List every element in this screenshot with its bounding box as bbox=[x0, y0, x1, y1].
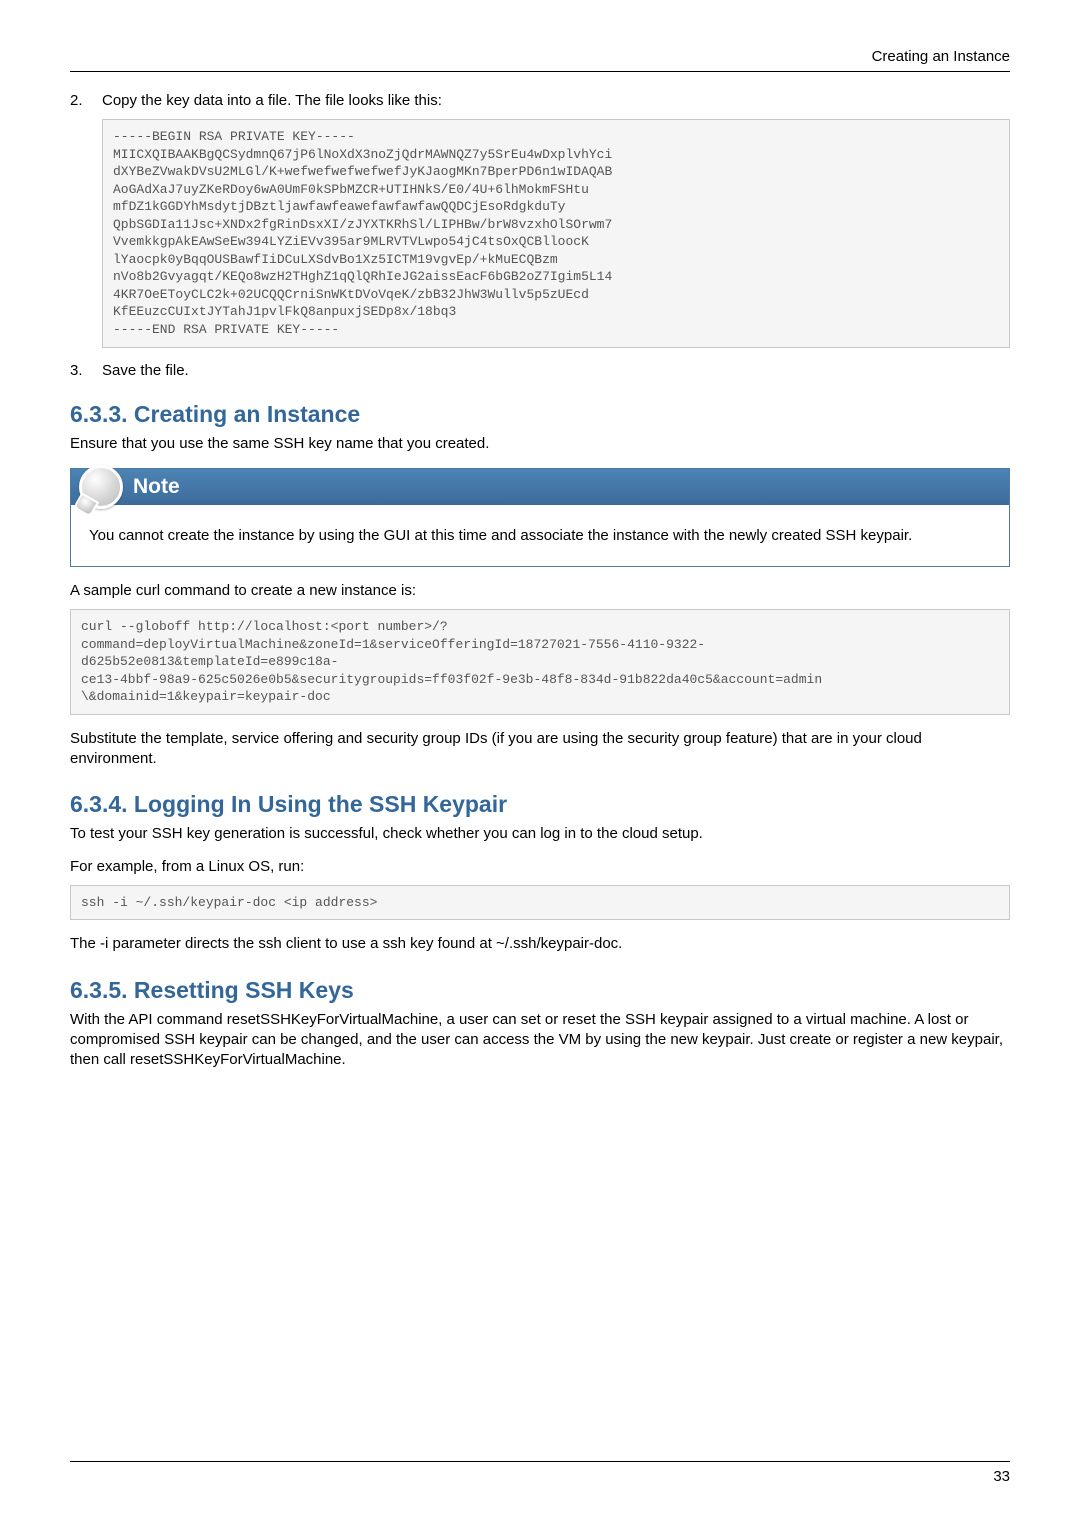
note-header: Note bbox=[71, 469, 1009, 505]
header-rule bbox=[70, 71, 1010, 72]
note-admonition: Note You cannot create the instance by u… bbox=[70, 468, 1010, 567]
section-heading-633: 6.3.3. Creating an Instance bbox=[70, 401, 1010, 428]
list-item: 2. Copy the key data into a file. The fi… bbox=[70, 92, 1010, 109]
body-text: The -i parameter directs the ssh client … bbox=[70, 934, 1010, 954]
body-text: Substitute the template, service offerin… bbox=[70, 729, 1010, 770]
body-text: For example, from a Linux OS, run: bbox=[70, 857, 1010, 877]
footer-rule bbox=[70, 1461, 1010, 1462]
curl-code-block: curl --globoff http://localhost:<port nu… bbox=[70, 609, 1010, 715]
list-number: 3. bbox=[70, 362, 102, 379]
list-item: 3. Save the file. bbox=[70, 362, 1010, 379]
note-title: Note bbox=[133, 475, 180, 499]
body-text: To test your SSH key generation is succe… bbox=[70, 824, 1010, 844]
page-number: 33 bbox=[70, 1468, 1010, 1485]
body-text: With the API command resetSSHKeyForVirtu… bbox=[70, 1010, 1010, 1071]
section-heading-635: 6.3.5. Resetting SSH Keys bbox=[70, 977, 1010, 1004]
note-body: You cannot create the instance by using … bbox=[71, 505, 1009, 566]
running-header: Creating an Instance bbox=[70, 48, 1010, 65]
note-bubble-icon bbox=[79, 465, 123, 509]
list-text: Save the file. bbox=[102, 362, 189, 379]
section-heading-634: 6.3.4. Logging In Using the SSH Keypair bbox=[70, 791, 1010, 818]
ssh-code-block: ssh -i ~/.ssh/keypair-doc <ip address> bbox=[70, 885, 1010, 921]
page-footer: 33 bbox=[70, 1461, 1010, 1485]
body-text: A sample curl command to create a new in… bbox=[70, 581, 1010, 601]
list-number: 2. bbox=[70, 92, 102, 109]
rsa-key-code-block: -----BEGIN RSA PRIVATE KEY----- MIICXQIB… bbox=[102, 119, 1010, 348]
list-text: Copy the key data into a file. The file … bbox=[102, 92, 442, 109]
body-text: Ensure that you use the same SSH key nam… bbox=[70, 434, 1010, 454]
